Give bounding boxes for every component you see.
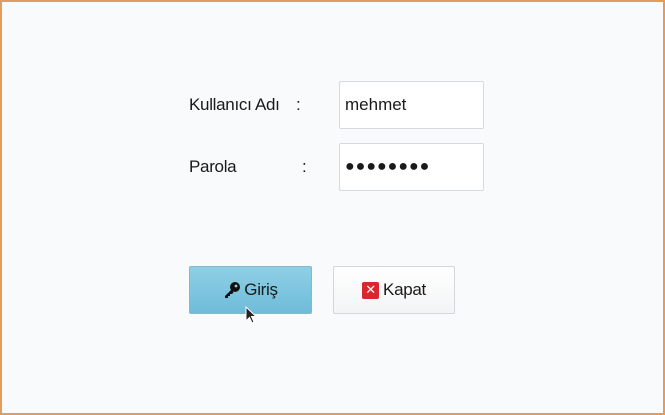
password-value: ●●●●●●●● — [345, 158, 431, 175]
username-value: mehmet — [345, 95, 407, 114]
close-button[interactable]: ✕ Kapat — [333, 266, 455, 314]
password-colon: : — [302, 157, 307, 176]
password-label: Parola — [189, 157, 237, 176]
key-icon — [225, 282, 241, 298]
login-button-label: Giriş — [244, 280, 278, 299]
mouse-cursor-icon — [245, 306, 258, 324]
close-x-icon: ✕ — [362, 281, 380, 299]
username-label: Kullanıcı Adı — [189, 95, 280, 114]
username-colon: : — [296, 95, 301, 114]
username-field[interactable]: mehmet — [339, 81, 484, 129]
password-field[interactable]: ●●●●●●●● — [339, 143, 484, 191]
login-window: Kullanıcı Adı : mehmet Parola : ●●●●●●●●… — [0, 0, 665, 415]
close-button-label: Kapat — [383, 280, 426, 299]
